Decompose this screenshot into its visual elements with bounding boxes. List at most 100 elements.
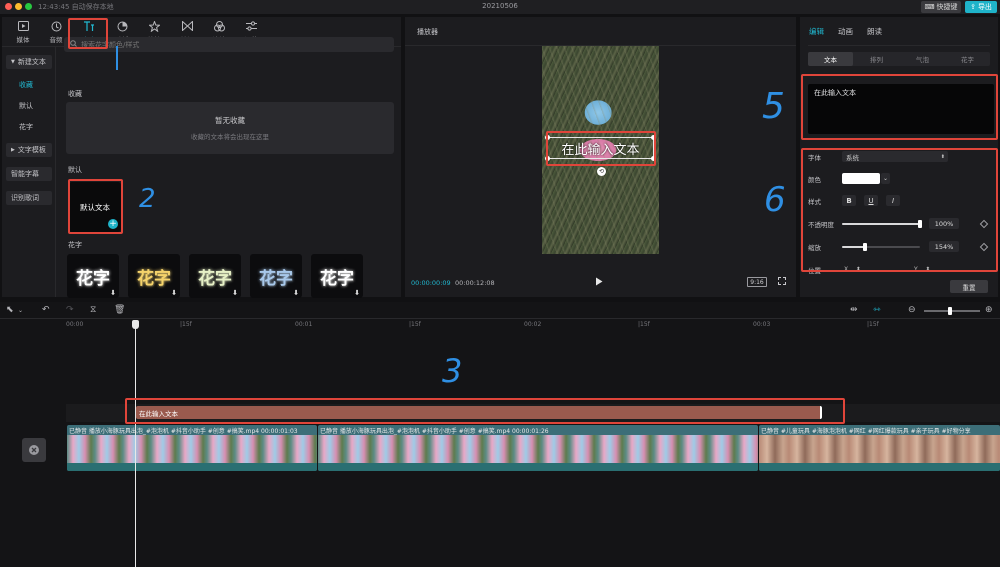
zoom-slider[interactable] (924, 307, 980, 315)
category-new-text[interactable]: ▼ 新建文本 (6, 55, 52, 69)
current-time: 00:00:00:09 (411, 279, 451, 287)
export-button[interactable]: ⇪ 导出 (965, 1, 997, 13)
export-label: 导出 (977, 3, 992, 11)
triangle-down-icon: ▼ (11, 59, 15, 65)
annotation-number-3: 3 (442, 352, 463, 390)
reset-button[interactable]: 重置 (950, 280, 988, 293)
download-icon: ⬇ (232, 289, 238, 297)
category-smart-subtitle[interactable]: 智能字幕 (6, 167, 52, 181)
undo-icon[interactable]: ↶ (42, 305, 50, 315)
project-title: 20210506 (482, 2, 518, 10)
snap-icon[interactable]: ⇹ (850, 305, 858, 315)
sticker-icon (116, 20, 128, 32)
zoom-slider-thumb[interactable] (948, 307, 952, 315)
timeline-toolbar: ⬉ ⌄ ↶ ↷ ⧖ 🗑 ⇹ ⇿ ⊖ ⊕ (0, 302, 1000, 319)
video-clip[interactable]: 已静音 播放小海豚玩具出泡_#泡泡机 #抖音小助手 #创意 #搞笑.mp4 00… (67, 425, 317, 471)
video-clip[interactable]: 已静音 播放小海豚玩具出泡_#泡泡机 #抖音小助手 #创意 #搞笑.mp4 00… (318, 425, 758, 471)
annotation-number-6: 6 (764, 180, 786, 220)
zoom-in-icon[interactable]: ⊕ (985, 305, 993, 315)
fullscreen-button[interactable] (778, 277, 788, 287)
playhead-handle[interactable] (132, 320, 139, 329)
ruler-label: |15f (409, 321, 421, 328)
huazi-card-text: 花字 (320, 268, 354, 289)
transition-icon (181, 20, 193, 32)
select-tool-icon[interactable]: ⬉ (6, 305, 14, 315)
download-icon: ⬇ (354, 289, 360, 297)
huazi-card[interactable]: 花字 ⬇ (189, 254, 241, 298)
clip-audio-strip (67, 463, 317, 471)
fullscreen-icon (778, 277, 786, 285)
mute-icon (29, 445, 39, 455)
chevron-down-icon[interactable]: ⌄ (18, 307, 23, 314)
huazi-section-label: 花字 (68, 241, 82, 249)
shortcut-button[interactable]: ⌨ 快捷键 (921, 1, 961, 13)
split-icon[interactable]: ⧖ (90, 305, 96, 315)
link-icon[interactable]: ⇿ (873, 305, 881, 315)
huazi-search-box[interactable] (64, 37, 394, 52)
annotation-box-text-tab (68, 18, 108, 49)
favorites-empty-state: 暂无收藏 收藏的文本将会出现在这里 (66, 102, 394, 154)
annotation-box-text-input (801, 74, 998, 140)
effects-icon (148, 20, 160, 32)
segment-arrange[interactable]: 排列 (854, 52, 899, 66)
keyboard-icon: ⌨ (924, 3, 935, 11)
ruler-label: 00:02 (524, 321, 542, 328)
tab-animation[interactable]: 动画 (838, 26, 853, 37)
title-bar: 12:43:45 自动保存本地 20210506 ⌨ 快捷键 ⇪ 导出 (0, 0, 1000, 14)
tab-edit[interactable]: 编辑 (809, 26, 824, 37)
category-text-template[interactable]: ▶ 文字模板 (6, 143, 52, 157)
rotate-icon[interactable]: ⟲ (597, 167, 606, 176)
ruler-label: |15f (180, 321, 192, 328)
text-category-list: ▼ 新建文本 收藏 默认 花字 ▶ 文字模板 智能字幕 识别歌词 (2, 47, 56, 297)
huazi-card[interactable]: 花字 ⬇ (311, 254, 363, 298)
clip-audio-strip (759, 463, 1000, 471)
ruler-label: 00:01 (295, 321, 313, 328)
divider (808, 45, 990, 46)
delete-icon[interactable]: 🗑 (114, 305, 125, 315)
download-icon: ⬇ (293, 289, 299, 297)
filter-icon (213, 20, 225, 32)
tab-media[interactable]: 媒体 (8, 19, 38, 45)
huazi-card[interactable]: 花字 ⬇ (250, 254, 302, 298)
ruler-label: 00:00 (66, 321, 84, 328)
ruler-label: |15f (867, 321, 879, 328)
adjust-icon (245, 20, 257, 32)
play-icon (596, 277, 603, 286)
search-input[interactable] (81, 40, 361, 49)
annotation-box-properties (801, 148, 998, 272)
aspect-ratio-button[interactable]: 9:16 (747, 277, 767, 287)
segment-bubble[interactable]: 气泡 (900, 52, 945, 66)
segment-text[interactable]: 文本 (808, 52, 853, 66)
clip-thumbnails (759, 435, 1000, 463)
clip-thumbnails (318, 435, 758, 463)
annotation-number-5: 5 (762, 86, 785, 127)
segment-huazi[interactable]: 花字 (945, 52, 990, 66)
tab-read-aloud[interactable]: 朗读 (867, 26, 882, 37)
video-clip[interactable]: 已静音 #儿童玩具 #海豚泡泡机 #网红 #网红爆款玩具 #亲子玩具 #好物分享 (759, 425, 1000, 471)
zoom-out-icon[interactable]: ⊖ (908, 305, 916, 315)
download-icon: ⬇ (110, 289, 116, 297)
huazi-card-text: 花字 (137, 268, 171, 289)
huazi-card-text: 花字 (259, 268, 293, 289)
annotation-number-2: 2 (139, 184, 156, 214)
huazi-card[interactable]: 花字 ⬇ (67, 254, 119, 298)
category-favorites[interactable]: 收藏 (6, 78, 52, 92)
export-icon: ⇪ (970, 3, 976, 11)
annotation-box-default-text (68, 179, 123, 234)
media-icon (17, 20, 29, 32)
text-segment-control: 文本 排列 气泡 花字 (808, 52, 990, 66)
category-huazi[interactable]: 花字 (6, 120, 52, 134)
clip-thumbnails (67, 435, 317, 463)
huazi-card[interactable]: 花字 ⬇ (128, 254, 180, 298)
huazi-card-text: 花字 (198, 268, 232, 289)
redo-icon[interactable]: ↷ (66, 305, 74, 315)
timeline-ruler[interactable]: 00:00 |15f 00:01 |15f 00:02 |15f 00:03 |… (66, 319, 1000, 331)
category-default[interactable]: 默认 (6, 99, 52, 113)
playhead[interactable] (135, 320, 136, 567)
ruler-label: |15f (638, 321, 650, 328)
mute-track-button[interactable] (22, 438, 46, 462)
total-duration: 00:00:12:08 (455, 279, 495, 287)
category-lyrics[interactable]: 识别歌词 (6, 191, 52, 205)
play-button[interactable] (595, 277, 605, 287)
favorites-empty-title: 暂无收藏 (215, 116, 245, 125)
